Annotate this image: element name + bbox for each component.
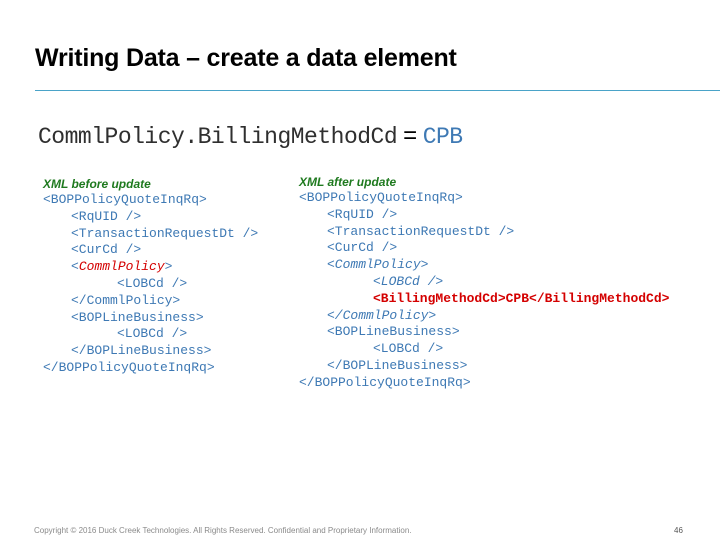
xml-line-commlpolicy-open: <CommlPolicy>	[327, 257, 429, 273]
xml-line: <CurCd />	[71, 242, 142, 258]
xml-line: <LOBCd />	[117, 275, 188, 291]
xml-line: <BOPPolicyQuoteInqRq>	[43, 192, 207, 207]
xml-line: </BOPPolicyQuoteInqRq>	[299, 374, 471, 390]
xml-line: <LOBCd />	[117, 326, 188, 342]
xml-line: <LOBCd />	[373, 273, 444, 289]
xml-bracket: >	[164, 259, 173, 275]
xml-line: <CurCd />	[327, 240, 398, 256]
xml-line-commlpolicy-open: <CommlPolicy>	[43, 259, 258, 276]
xml-after-heading: XML after update	[299, 175, 397, 189]
xml-line: </BOPLineBusiness>	[327, 357, 468, 373]
xml-line: <TransactionRequestDt />	[71, 225, 259, 241]
title-divider	[35, 90, 720, 91]
assignment-value: CPB	[422, 124, 463, 150]
copyright-footer: Copyright © 2016 Duck Creek Technologies…	[34, 526, 412, 535]
xml-before-heading: XML before update	[43, 177, 151, 191]
xml-commlpolicy-tag-highlight: CommlPolicy	[78, 259, 165, 275]
page-number: 46	[674, 526, 683, 535]
assignment-expression: CommlPolicy.BillingMethodCd = CPB	[38, 122, 463, 150]
slide-title: Writing Data – create a data element	[35, 44, 457, 72]
xml-line: </BOPLineBusiness>	[71, 343, 212, 359]
xml-line-new-element-highlight: <BillingMethodCd>CPB</BillingMethodCd>	[373, 290, 670, 306]
xml-line: <TransactionRequestDt />	[327, 223, 515, 239]
assignment-equals: =	[403, 122, 417, 149]
xml-line: </CommlPolicy>	[71, 292, 181, 308]
xml-line: <RqUID />	[71, 208, 142, 224]
xml-line: <BOPPolicyQuoteInqRq>	[299, 190, 463, 205]
xml-line: </BOPPolicyQuoteInqRq>	[43, 359, 215, 375]
xml-line: <LOBCd />	[373, 341, 444, 357]
xml-line: <BOPLineBusiness>	[327, 324, 460, 340]
xml-bracket: <	[71, 259, 79, 275]
xml-line: <BOPLineBusiness>	[71, 309, 204, 325]
xml-line-commlpolicy-close: </CommlPolicy>	[327, 307, 437, 323]
xml-after-panel: XML after update <BOPPolicyQuoteInqRq> <…	[299, 174, 669, 392]
xml-line: <RqUID />	[327, 206, 398, 222]
xml-before-panel: XML before update <BOPPolicyQuoteInqRq> …	[43, 176, 258, 377]
assignment-field-path: CommlPolicy.BillingMethodCd	[38, 124, 398, 150]
